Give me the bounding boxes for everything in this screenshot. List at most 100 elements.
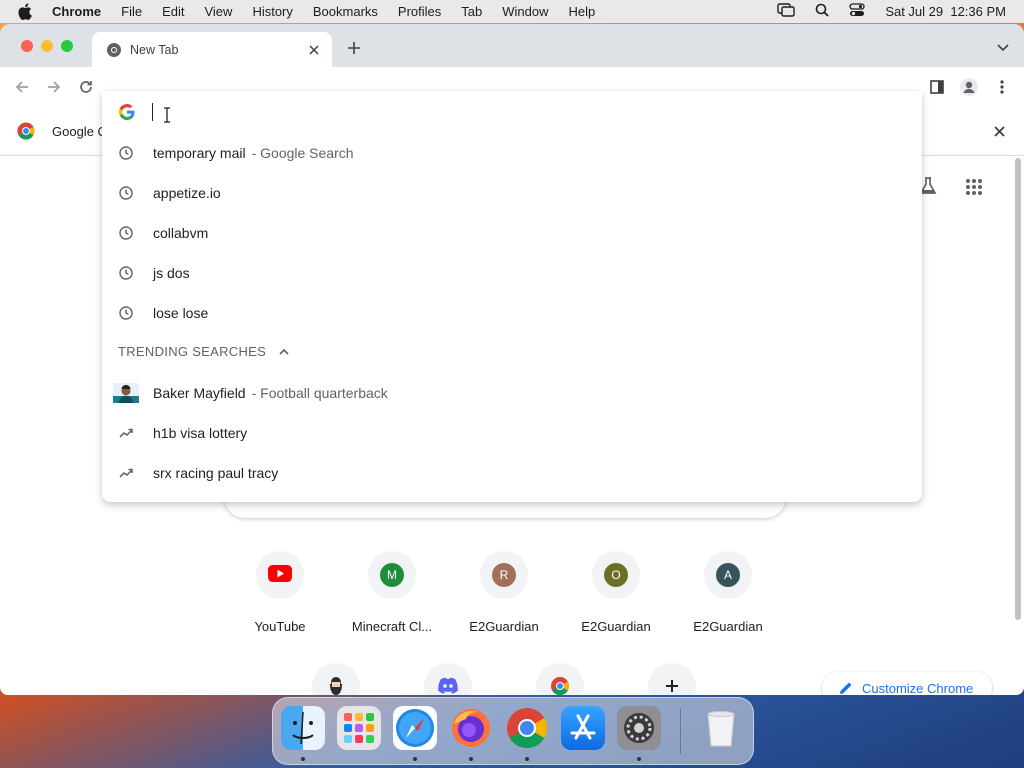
suggestion-row[interactable]: appetize.io	[102, 173, 922, 213]
info-bar-text: Google C	[52, 124, 107, 139]
shortcut-tile[interactable]: M Minecraft Cl...	[336, 551, 448, 634]
bearded-man-icon	[327, 676, 345, 696]
running-indicator	[301, 757, 305, 761]
shortcut-icon-circle	[536, 663, 584, 695]
shortcut-letter-icon: R	[492, 563, 516, 587]
shortcut-tile[interactable]: O E2Guardian	[560, 551, 672, 634]
menu-history[interactable]: History	[252, 4, 292, 19]
page-scrollbar[interactable]	[1015, 158, 1021, 620]
menu-file[interactable]: File	[121, 4, 142, 19]
chrome-window: New Tab Google C YouTube M Minecraft Cl.…	[0, 24, 1024, 695]
shortcut-icon-circle: R	[480, 551, 528, 599]
shortcut-tile[interactable]	[504, 663, 616, 695]
control-center-icon[interactable]	[849, 3, 865, 20]
shortcut-label: E2Guardian	[693, 619, 763, 634]
shortcut-letter-icon: M	[380, 563, 404, 587]
shortcut-tile[interactable]: YouTube	[224, 551, 336, 634]
person-thumbnail	[113, 383, 139, 403]
running-indicator	[413, 757, 417, 761]
menu-window[interactable]: Window	[502, 4, 548, 19]
shortcut-tile[interactable]	[392, 663, 504, 695]
dock-separator	[680, 708, 681, 754]
spotlight-search-icon[interactable]	[815, 3, 829, 20]
new-tab-button[interactable]	[345, 39, 363, 57]
ibeam-cursor-icon	[163, 107, 171, 123]
menu-bookmarks[interactable]: Bookmarks	[313, 4, 378, 19]
add-shortcut-button[interactable]	[616, 663, 728, 695]
trending-row[interactable]: srx racing paul tracy	[102, 453, 922, 493]
chrome-dock-icon[interactable]	[505, 706, 549, 750]
suggestion-row[interactable]: temporary mail - Google Search	[102, 133, 922, 173]
shortcut-icon-circle	[648, 663, 696, 695]
menu-edit[interactable]: Edit	[162, 4, 184, 19]
trending-header-label: TRENDING SEARCHES	[118, 344, 267, 359]
app-store-icon[interactable]	[561, 706, 605, 750]
trending-row[interactable]: Baker Mayfield - Football quarterback	[102, 373, 922, 413]
shortcut-tile[interactable]	[280, 663, 392, 695]
history-icon	[118, 225, 134, 241]
menu-app-name[interactable]: Chrome	[52, 4, 101, 19]
launchpad-icon[interactable]	[337, 706, 381, 750]
shortcut-icon-circle: O	[592, 551, 640, 599]
chrome-icon	[550, 676, 570, 696]
suggestion-text: h1b visa lottery	[153, 425, 248, 441]
omnibox[interactable]	[102, 91, 922, 133]
close-window-button[interactable]	[21, 40, 33, 52]
google-apps-icon[interactable]	[965, 178, 983, 196]
shortcut-label: E2Guardian	[581, 619, 651, 634]
history-icon	[118, 305, 134, 321]
trending-searches-header[interactable]: TRENDING SEARCHES	[118, 344, 290, 359]
suggestion-row[interactable]: lose lose	[102, 293, 922, 333]
shortcut-label: YouTube	[254, 619, 306, 634]
running-indicator	[525, 757, 529, 761]
back-arrow-icon[interactable]	[13, 78, 31, 96]
menu-profiles[interactable]: Profiles	[398, 4, 441, 19]
history-icon	[118, 265, 134, 281]
tab-search-chevron-icon[interactable]	[996, 41, 1010, 55]
minimize-window-button[interactable]	[41, 40, 53, 52]
close-infobar-icon[interactable]	[992, 124, 1006, 138]
reload-icon[interactable]	[77, 78, 95, 96]
finder-icon[interactable]	[281, 706, 325, 750]
menu-help[interactable]: Help	[569, 4, 596, 19]
safari-icon[interactable]	[393, 706, 437, 750]
apple-icon[interactable]	[17, 3, 35, 20]
shortcut-letter-icon: O	[604, 563, 628, 587]
screen-mirroring-icon[interactable]	[777, 3, 796, 20]
shortcut-icon-circle: A	[704, 551, 752, 599]
suggestion-row[interactable]: js dos	[102, 253, 922, 293]
zoom-window-button[interactable]	[61, 40, 73, 52]
shortcut-label: E2Guardian	[469, 619, 539, 634]
chrome-logo-icon	[17, 122, 35, 140]
customize-chrome-label: Customize Chrome	[862, 680, 974, 696]
omnibox-dropdown: temporary mail - Google Search appetize.…	[102, 91, 922, 502]
dock	[272, 697, 754, 765]
suggestion-subtext: - Football quarterback	[251, 385, 388, 401]
side-panel-icon[interactable]	[928, 78, 946, 96]
customize-chrome-button[interactable]: Customize Chrome	[822, 672, 992, 695]
system-settings-icon[interactable]	[617, 706, 661, 750]
close-tab-icon[interactable]	[306, 42, 322, 58]
forward-arrow-icon[interactable]	[45, 78, 63, 96]
trending-row[interactable]: h1b visa lottery	[102, 413, 922, 453]
suggestion-text: appetize.io	[153, 185, 221, 201]
suggestion-row[interactable]: collabvm	[102, 213, 922, 253]
suggestion-text: lose lose	[153, 305, 209, 321]
more-menu-icon[interactable]	[993, 78, 1011, 96]
menu-tab[interactable]: Tab	[461, 4, 482, 19]
menu-clock[interactable]: Sat Jul 29 12:36 PM	[885, 4, 1006, 19]
menu-view[interactable]: View	[204, 4, 232, 19]
omnibox-text-caret	[152, 103, 153, 121]
shortcut-icon-circle	[312, 663, 360, 695]
suggestion-text: collabvm	[153, 225, 209, 241]
chevron-up-icon[interactable]	[278, 346, 290, 358]
discord-icon	[437, 677, 459, 695]
trash-icon[interactable]	[699, 706, 743, 750]
profile-avatar-icon[interactable]	[960, 78, 978, 96]
shortcut-tile[interactable]: A E2Guardian	[672, 551, 784, 634]
suggestion-text: srx racing paul tracy	[153, 465, 279, 481]
shortcut-tile[interactable]: R E2Guardian	[448, 551, 560, 634]
tab-new-tab[interactable]: New Tab	[92, 32, 332, 67]
firefox-icon[interactable]	[449, 706, 493, 750]
history-icon	[118, 185, 134, 201]
